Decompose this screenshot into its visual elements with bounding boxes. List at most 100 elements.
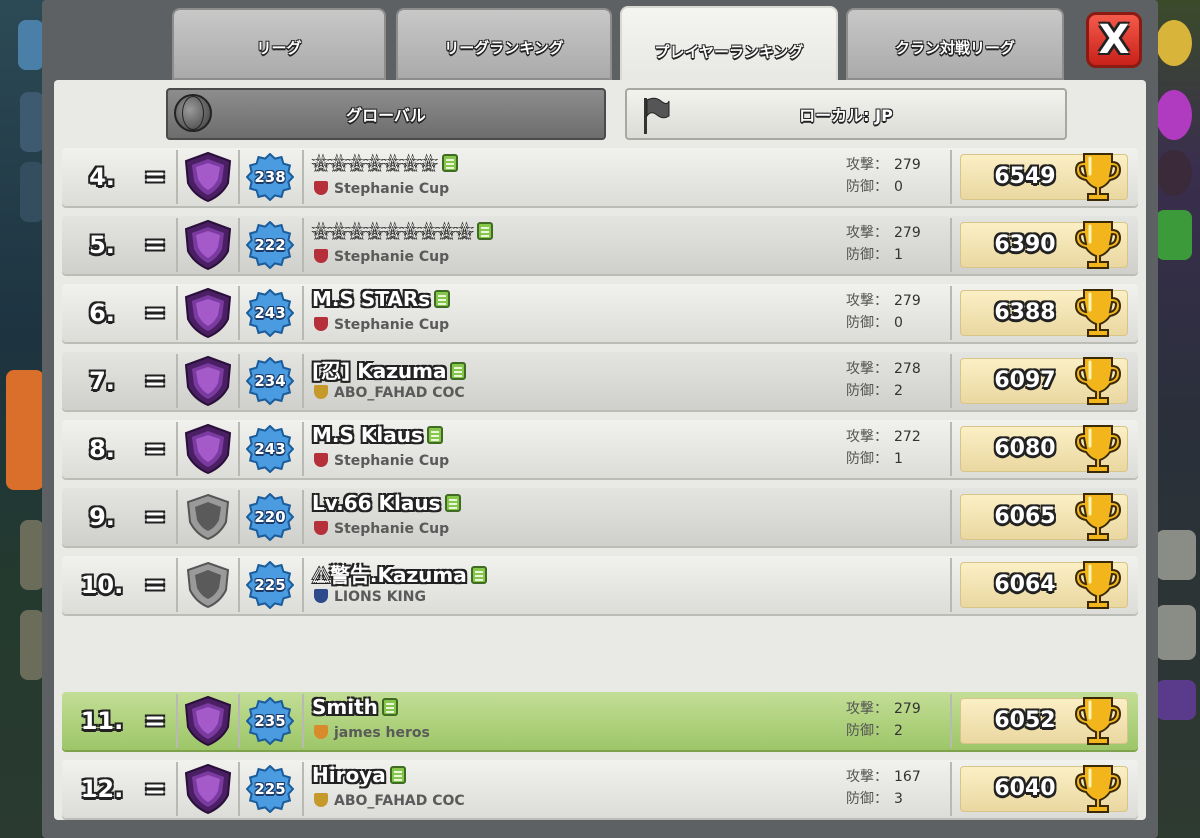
clan-badge-icon bbox=[314, 725, 328, 739]
defense-label: 防御： bbox=[846, 383, 888, 399]
player-level-value: 222 bbox=[254, 236, 286, 254]
rank-number: 10. bbox=[80, 571, 124, 599]
player-name-text: M.S STARs bbox=[312, 287, 431, 311]
player-row[interactable]: 6. = 243 M.S STARs Stephanie Cup 攻撃： 279 防御： 0 63… bbox=[62, 284, 1138, 342]
gem-resource-icon bbox=[1156, 210, 1192, 260]
player-row[interactable]: 9. = 220 Lv.66 Klaus Stephanie Cup 6065 bbox=[62, 488, 1138, 546]
player-name-text: ☆☆☆☆☆☆☆☆☆ bbox=[312, 219, 474, 243]
legend-league-shield-icon bbox=[184, 763, 232, 815]
column-divider bbox=[950, 218, 952, 272]
player-row[interactable]: 4. = 238 ☆☆☆☆☆☆☆ Stephanie Cup 攻撃： 279 防御： 0 6549 bbox=[62, 148, 1138, 206]
side-tool-icon[interactable] bbox=[20, 520, 44, 590]
tab-label: リーグ bbox=[256, 39, 302, 57]
unranked-shield-icon bbox=[186, 493, 230, 541]
legend-league-shield-icon bbox=[184, 355, 232, 407]
player-note-icon[interactable] bbox=[477, 221, 494, 240]
rank-change-indicator: = bbox=[144, 502, 166, 532]
column-divider bbox=[238, 490, 240, 544]
player-note-icon[interactable] bbox=[389, 765, 406, 784]
side-book-icon[interactable] bbox=[20, 610, 44, 680]
player-level-value: 234 bbox=[254, 372, 286, 390]
clan-name: LIONS KING bbox=[314, 589, 426, 605]
player-ranking-list[interactable]: 4. = 238 ☆☆☆☆☆☆☆ Stephanie Cup 攻撃： 279 防御： 0 6549… bbox=[62, 148, 1138, 820]
rank-change-indicator: = bbox=[144, 774, 166, 804]
attack-value: 272 bbox=[894, 429, 921, 445]
player-note-icon[interactable] bbox=[444, 493, 461, 512]
player-note-icon[interactable] bbox=[426, 425, 443, 444]
tab-player-ranking[interactable]: プレイヤーランキング bbox=[620, 6, 838, 84]
player-name-text: ☆☆☆☆☆☆☆ bbox=[312, 151, 438, 175]
defense-value: 1 bbox=[894, 247, 903, 263]
rank-number: 11. bbox=[80, 707, 124, 735]
rank-change-indicator: = bbox=[144, 298, 166, 328]
player-name: M.S STARs bbox=[312, 287, 451, 311]
share-side-icon[interactable] bbox=[1156, 530, 1196, 580]
column-divider bbox=[950, 762, 952, 816]
player-note-icon[interactable] bbox=[450, 361, 467, 380]
player-note-icon[interactable] bbox=[470, 565, 487, 584]
player-level-badge: 243 bbox=[245, 288, 295, 338]
trophy-count-box: 6549 bbox=[960, 153, 1128, 201]
global-filter-button[interactable]: グローバル bbox=[166, 88, 606, 140]
player-name: Smith bbox=[312, 695, 398, 719]
clan-name: Stephanie Cup bbox=[314, 249, 449, 265]
trophy-side-icon[interactable] bbox=[20, 92, 44, 152]
clan-name: Stephanie Cup bbox=[314, 521, 449, 537]
tab-league-ranking[interactable]: リーグランキング bbox=[396, 8, 612, 80]
defense-stat: 防御： 2 bbox=[846, 720, 936, 742]
notification-side-icon[interactable] bbox=[1156, 680, 1196, 720]
clan-badge-icon bbox=[314, 181, 328, 195]
player-name-text: Lv.66 Klaus bbox=[312, 491, 441, 515]
player-row[interactable]: 7. = 234 [忍] Kazuma ABO_FAHAD COC 攻撃： 278 防御： 2 6… bbox=[62, 352, 1138, 410]
rank-change-indicator: = bbox=[144, 230, 166, 260]
column-divider bbox=[950, 694, 952, 748]
game-background-left bbox=[0, 0, 48, 838]
clan-name: ABO_FAHAD COC bbox=[314, 793, 465, 809]
attack-arrow-icon[interactable] bbox=[6, 370, 44, 490]
player-level-value: 225 bbox=[254, 576, 286, 594]
player-row[interactable]: 5. = 222 ☆☆☆☆☆☆☆☆☆ Stephanie Cup 攻撃： 279 防御： 1 63… bbox=[62, 216, 1138, 274]
side-menu-icon[interactable] bbox=[18, 20, 44, 70]
player-note-icon[interactable] bbox=[381, 697, 398, 716]
player-name: Hiroya bbox=[312, 763, 406, 787]
player-name-text: M.S Klaus bbox=[312, 423, 423, 447]
attack-defense-stats: 攻撃： 279 防御： 0 bbox=[846, 154, 936, 198]
player-name-text: Smith bbox=[312, 695, 378, 719]
player-name: ☆☆☆☆☆☆☆☆☆ bbox=[312, 219, 494, 243]
player-level-value: 238 bbox=[254, 168, 286, 186]
tab-clan-war-league[interactable]: クラン対戦リーグ bbox=[846, 8, 1064, 80]
clan-badge-icon bbox=[314, 453, 328, 467]
side-panel-icon[interactable] bbox=[20, 162, 44, 222]
local-filter-button[interactable]: ローカル: JP bbox=[625, 88, 1067, 140]
player-note-icon[interactable] bbox=[434, 289, 451, 308]
rank-change-indicator: = bbox=[144, 366, 166, 396]
close-button[interactable]: X bbox=[1086, 12, 1142, 68]
attack-label: 攻撃： bbox=[846, 769, 888, 785]
player-row[interactable]: 8. = 243 M.S Klaus Stephanie Cup 攻撃： 272 防御： 1 60… bbox=[62, 420, 1138, 478]
player-note-icon[interactable] bbox=[441, 153, 458, 172]
attack-defense-stats: 攻撃： 279 防御： 1 bbox=[846, 222, 936, 266]
player-name-text: [忍] Kazuma bbox=[312, 359, 447, 383]
settings-side-icon[interactable] bbox=[1156, 605, 1196, 660]
attack-value: 279 bbox=[894, 293, 921, 309]
player-level-value: 243 bbox=[254, 440, 286, 458]
column-divider bbox=[238, 218, 240, 272]
player-level-value: 225 bbox=[254, 780, 286, 798]
tab-league[interactable]: リーグ bbox=[172, 8, 386, 80]
flag-icon bbox=[644, 97, 670, 134]
player-level-badge: 225 bbox=[245, 764, 295, 814]
rank-number: 8. bbox=[89, 435, 115, 463]
player-name: M.S Klaus bbox=[312, 423, 443, 447]
player-row[interactable]: 11. = 235 Smith james heros 攻撃： 279 防御： 2 6052 bbox=[62, 692, 1138, 750]
player-row[interactable]: 10. = 225 ⚠警告.Kazuma LIONS KING 6064 bbox=[62, 556, 1138, 614]
clan-badge-icon bbox=[314, 249, 328, 263]
column-divider bbox=[302, 354, 304, 408]
local-filter-label: ローカル: JP bbox=[799, 106, 893, 125]
trophy-count-box: 6080 bbox=[960, 425, 1128, 473]
legend-league-shield-icon bbox=[184, 287, 232, 339]
trophy-count: 6390 bbox=[994, 232, 1056, 257]
player-row[interactable]: 12. = 225 Hiroya ABO_FAHAD COC 攻撃： 167 防御： 3 6040 bbox=[62, 760, 1138, 818]
clan-name-text: ABO_FAHAD COC bbox=[334, 385, 465, 401]
legend-league-shield-icon bbox=[184, 151, 232, 203]
clan-name-text: Stephanie Cup bbox=[334, 453, 450, 469]
